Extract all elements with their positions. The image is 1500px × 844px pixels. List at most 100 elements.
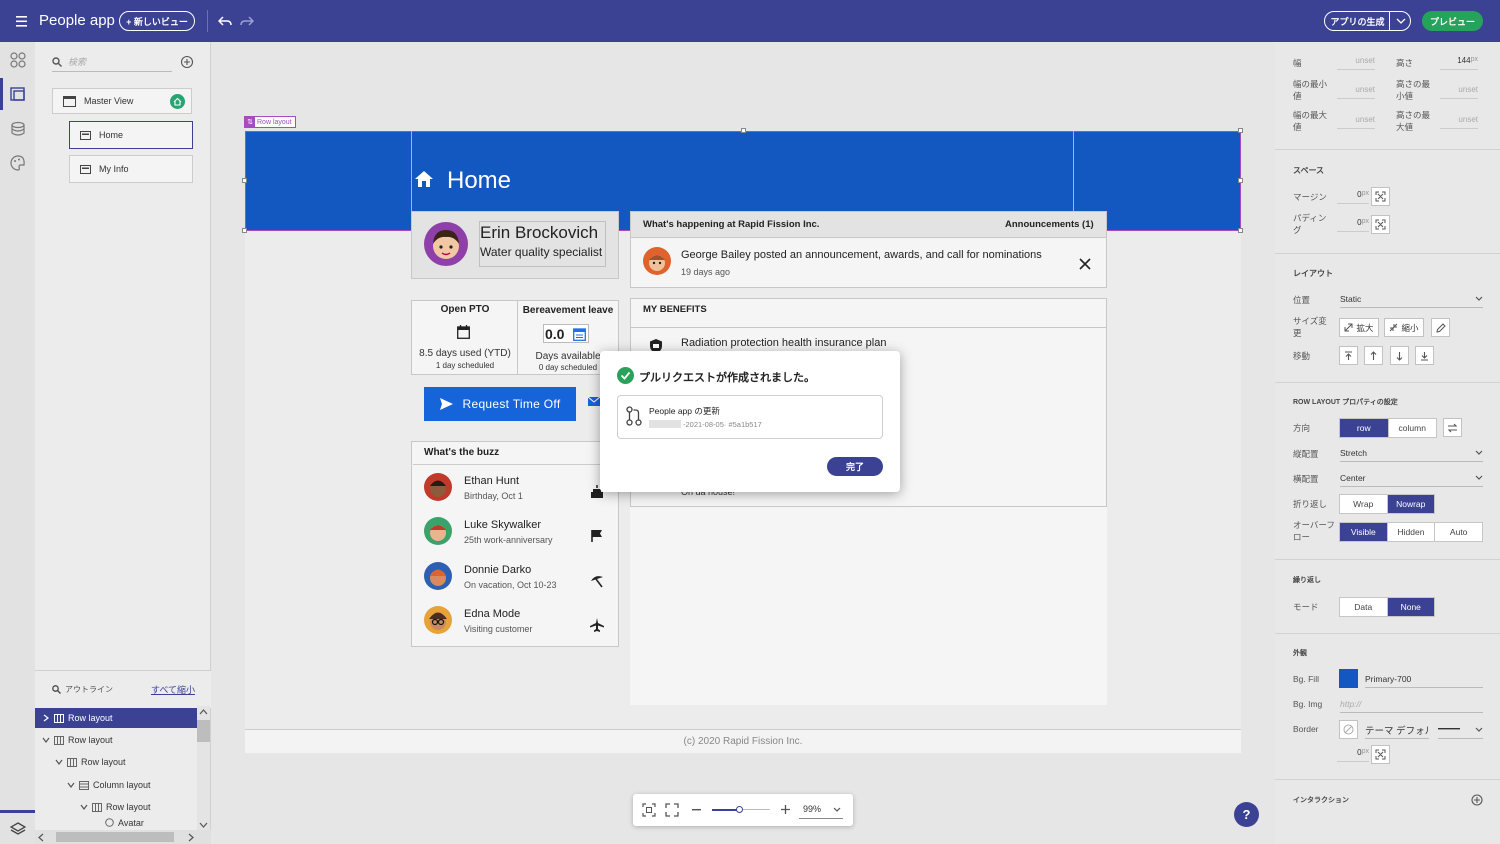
add-circle-icon[interactable] — [180, 55, 194, 69]
border-style-select[interactable] — [1438, 721, 1483, 739]
wrap-option[interactable]: Wrap — [1340, 495, 1388, 513]
overflow-hidden-option[interactable]: Hidden — [1388, 523, 1436, 541]
min-height-input[interactable]: unset — [1440, 85, 1478, 99]
search-icon — [52, 685, 61, 694]
chevron-up-icon[interactable] — [199, 709, 208, 715]
scrollbar-thumb[interactable] — [197, 720, 210, 742]
fit-screen-icon[interactable] — [642, 803, 656, 817]
border-width-input[interactable]: 0 px — [1337, 748, 1369, 762]
resize-handle[interactable] — [1238, 178, 1243, 183]
mode-none-option[interactable]: None — [1387, 598, 1434, 616]
zoom-out-icon[interactable] — [692, 809, 701, 811]
zoom-slider-handle[interactable] — [736, 806, 743, 813]
max-height-input[interactable]: unset — [1440, 115, 1478, 129]
undo-icon[interactable] — [218, 14, 232, 28]
tree-item[interactable]: Avatar — [35, 818, 197, 830]
move-to-bottom-icon[interactable] — [1415, 346, 1434, 365]
pull-request-card[interactable] — [617, 395, 883, 439]
expand-sides-icon[interactable] — [1371, 187, 1390, 206]
overflow-visible-option[interactable]: Visible — [1340, 523, 1388, 541]
expand-sides-icon[interactable] — [1371, 215, 1390, 234]
generate-app-label: アプリの生成 — [1330, 16, 1385, 27]
overflow-auto-option[interactable]: Auto — [1435, 523, 1482, 541]
color-swatch[interactable] — [1339, 669, 1358, 688]
bg-fill-input[interactable]: Primary-700 — [1365, 670, 1483, 688]
mode-toggle[interactable]: Data None — [1339, 597, 1435, 617]
space-section-title: スペース — [1293, 166, 1325, 175]
overflow-toggle[interactable]: Visible Hidden Auto — [1339, 522, 1483, 542]
data-icon[interactable] — [0, 112, 35, 146]
zoom-in-icon[interactable] — [781, 805, 790, 814]
height-input[interactable]: 144 px — [1440, 56, 1478, 70]
views-icon[interactable] — [0, 77, 35, 111]
calendar-icon[interactable] — [573, 327, 586, 341]
tree-item[interactable]: Row layout — [35, 730, 197, 750]
no-color-icon[interactable] — [1339, 720, 1358, 739]
wrap-toggle[interactable]: Wrap Nowrap — [1339, 494, 1435, 514]
direction-row-option[interactable]: row — [1340, 419, 1389, 437]
position-select[interactable]: Static — [1340, 290, 1483, 308]
search-input[interactable]: 検索 — [52, 52, 172, 72]
width-input[interactable]: unset — [1337, 56, 1375, 70]
components-icon[interactable] — [0, 43, 35, 77]
layers-icon[interactable] — [0, 810, 35, 844]
mode-data-option[interactable]: Data — [1340, 598, 1388, 616]
redo-icon[interactable] — [240, 14, 254, 28]
chevron-right-icon[interactable] — [188, 833, 194, 842]
bg-img-input[interactable]: http:// — [1340, 695, 1483, 713]
view-item-home[interactable]: Home — [69, 121, 193, 149]
move-to-top-icon[interactable] — [1339, 346, 1358, 365]
menu-icon[interactable] — [10, 11, 32, 31]
view-item-master[interactable]: Master View — [52, 88, 192, 114]
selection-tag: ⇅ Row layout — [244, 116, 296, 128]
new-view-button[interactable]: + 新しいビュー — [119, 11, 195, 31]
tree-item[interactable]: Column layout — [35, 775, 197, 795]
move-down-icon[interactable] — [1390, 346, 1409, 365]
horizontal-align-select[interactable]: Center — [1340, 469, 1483, 487]
min-width-input[interactable]: unset — [1337, 85, 1375, 99]
collapse-all-link[interactable]: すべて縮小 — [151, 683, 195, 696]
padding-input[interactable]: 0 px — [1337, 218, 1369, 232]
tree-item[interactable]: Row layout — [35, 708, 197, 728]
tree-item[interactable]: Row layout — [35, 797, 197, 817]
swap-icon[interactable] — [1443, 418, 1462, 437]
border-color-input[interactable]: テーマ デフォル — [1365, 721, 1429, 739]
edit-icon[interactable] — [1431, 318, 1450, 337]
fullscreen-icon[interactable] — [665, 803, 679, 817]
resize-handle[interactable] — [242, 178, 247, 183]
zoom-value[interactable]: 99% — [803, 804, 821, 814]
announcements-count: Announcements (1) — [1005, 219, 1094, 230]
list-item: Donnie Darko On vacation, Oct 10-23 — [424, 562, 614, 602]
expand-sides-icon[interactable] — [1371, 745, 1390, 764]
done-button[interactable]: 完了 — [827, 457, 883, 476]
direction-column-option[interactable]: column — [1389, 419, 1437, 437]
resize-handle[interactable] — [741, 128, 746, 133]
margin-input[interactable]: 0 px — [1337, 190, 1369, 204]
chevron-left-icon[interactable] — [38, 833, 44, 842]
help-button[interactable]: ? — [1234, 802, 1259, 827]
chevron-down-icon[interactable] — [199, 822, 208, 828]
vertical-align-select[interactable]: Stretch — [1340, 444, 1483, 462]
chevron-down-icon[interactable] — [1389, 11, 1411, 31]
max-width-input[interactable]: unset — [1337, 115, 1375, 129]
mail-icon[interactable] — [588, 397, 600, 407]
request-time-off-button[interactable]: Request Time Off — [424, 387, 576, 421]
resize-handle[interactable] — [1238, 128, 1243, 133]
shrink-button[interactable]: 縮小 — [1384, 318, 1424, 337]
preview-button[interactable]: プレビュー — [1422, 11, 1483, 31]
nowrap-option[interactable]: Nowrap — [1387, 495, 1434, 513]
bg-img-label: Bg. Img — [1293, 699, 1323, 709]
resize-handle[interactable] — [242, 228, 247, 233]
resize-handle[interactable] — [1238, 228, 1243, 233]
chevron-down-icon[interactable] — [833, 807, 841, 812]
grow-button[interactable]: 拡大 — [1339, 318, 1379, 337]
scrollbar-thumb[interactable] — [56, 832, 174, 842]
view-item-my-info[interactable]: My Info — [69, 155, 193, 183]
tree-item[interactable]: Row layout — [35, 752, 197, 772]
close-icon[interactable] — [1079, 258, 1091, 270]
direction-toggle[interactable]: row column — [1339, 418, 1437, 438]
move-up-icon[interactable] — [1364, 346, 1383, 365]
theme-palette-icon[interactable] — [0, 146, 35, 180]
row-layout-icon — [92, 802, 102, 812]
add-circle-icon[interactable] — [1471, 794, 1483, 806]
